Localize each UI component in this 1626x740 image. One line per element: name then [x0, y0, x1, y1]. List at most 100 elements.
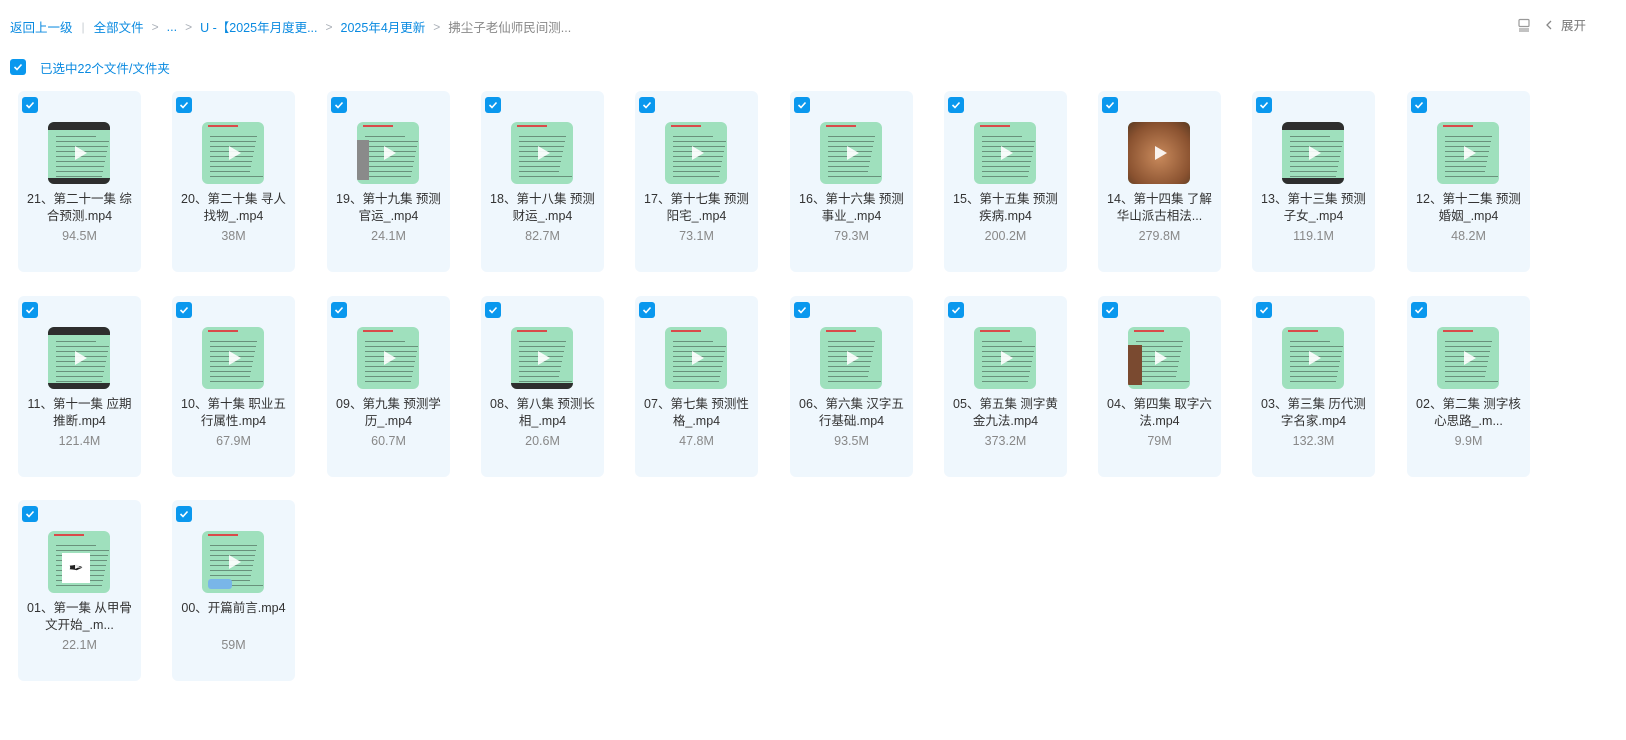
file-size: 38M	[221, 229, 246, 243]
file-size: 200.2M	[984, 229, 1027, 243]
video-thumbnail[interactable]	[1437, 327, 1499, 389]
file-checkbox[interactable]	[176, 97, 192, 113]
file-card[interactable]: ✒ 01、第一集 从甲骨文开始_.m... 22.1M	[18, 500, 141, 681]
file-checkbox[interactable]	[176, 506, 192, 522]
file-name: 10、第十集 职业五行属性.mp4	[181, 397, 286, 428]
play-icon	[538, 146, 550, 160]
file-card[interactable]: 04、第四集 取字六法.mp4 79M	[1098, 296, 1221, 477]
breadcrumb-ellipsis[interactable]: ...	[167, 20, 177, 34]
file-name: 20、第二十集 寻人找物_.mp4	[181, 192, 286, 223]
file-name: 17、第十七集 预测阳宅_.mp4	[644, 192, 749, 223]
breadcrumb-all-files[interactable]: 全部文件	[94, 17, 144, 36]
top-bar: 返回上一级 | 全部文件 > ... > U -【2025年月度更... > 2…	[0, 0, 1626, 50]
file-checkbox[interactable]	[331, 302, 347, 318]
play-icon	[229, 555, 241, 569]
file-size: 73.1M	[679, 229, 714, 243]
video-thumbnail[interactable]	[48, 327, 110, 389]
file-checkbox[interactable]	[1256, 97, 1272, 113]
file-card[interactable]: 10、第十集 职业五行属性.mp4 67.9M	[172, 296, 295, 477]
file-checkbox[interactable]	[639, 302, 655, 318]
file-card[interactable]: 03、第三集 历代测字名家.mp4 132.3M	[1252, 296, 1375, 477]
expand-button[interactable]: 展开	[1561, 15, 1586, 34]
file-card[interactable]: 16、第十六集 预测事业_.mp4 79.3M	[790, 91, 913, 272]
video-thumbnail[interactable]	[202, 327, 264, 389]
video-thumbnail[interactable]	[665, 327, 727, 389]
chevron-left-icon[interactable]	[1543, 19, 1555, 31]
video-thumbnail[interactable]	[511, 122, 573, 184]
file-card[interactable]: 21、第二十一集 综合预测.mp4 94.5M	[18, 91, 141, 272]
file-card[interactable]: 12、第十二集 预测婚姻_.mp4 48.2M	[1407, 91, 1530, 272]
file-checkbox[interactable]	[176, 302, 192, 318]
file-checkbox[interactable]	[22, 97, 38, 113]
file-card[interactable]: 11、第十一集 应期推断.mp4 121.4M	[18, 296, 141, 477]
video-thumbnail[interactable]	[820, 327, 882, 389]
file-name: 16、第十六集 预测事业_.mp4	[799, 192, 904, 223]
video-thumbnail[interactable]	[48, 122, 110, 184]
video-thumbnail[interactable]	[820, 122, 882, 184]
file-checkbox[interactable]	[794, 97, 810, 113]
file-checkbox[interactable]	[485, 97, 501, 113]
file-checkbox[interactable]	[331, 97, 347, 113]
play-icon	[538, 351, 550, 365]
video-thumbnail[interactable]	[665, 122, 727, 184]
play-icon	[1309, 146, 1321, 160]
file-checkbox[interactable]	[794, 302, 810, 318]
file-card[interactable]: 02、第二集 测字核心思路_.m... 9.9M	[1407, 296, 1530, 477]
file-size: 119.1M	[1293, 229, 1334, 243]
file-card[interactable]: 08、第八集 预测长相_.mp4 20.6M	[481, 296, 604, 477]
select-all-checkbox[interactable]	[10, 59, 26, 75]
video-thumbnail[interactable]	[1128, 327, 1190, 389]
file-card[interactable]: 17、第十七集 预测阳宅_.mp4 73.1M	[635, 91, 758, 272]
file-card[interactable]: 14、第十四集 了解华山派古相法... 279.8M	[1098, 91, 1221, 272]
file-checkbox[interactable]	[22, 302, 38, 318]
file-checkbox[interactable]	[948, 97, 964, 113]
video-thumbnail[interactable]	[974, 122, 1036, 184]
video-thumbnail[interactable]	[1128, 122, 1190, 184]
file-checkbox[interactable]	[948, 302, 964, 318]
file-size: 48.2M	[1451, 229, 1486, 243]
file-checkbox[interactable]	[639, 97, 655, 113]
file-card[interactable]: 15、第十五集 预测疾病.mp4 200.2M	[944, 91, 1067, 272]
play-icon	[847, 351, 859, 365]
file-checkbox[interactable]	[1411, 302, 1427, 318]
video-thumbnail[interactable]	[202, 531, 264, 593]
file-checkbox[interactable]	[1102, 302, 1118, 318]
file-name: 15、第十五集 预测疾病.mp4	[953, 192, 1058, 223]
file-card[interactable]: 07、第七集 预测性格_.mp4 47.8M	[635, 296, 758, 477]
file-size: 94.5M	[62, 229, 97, 243]
file-name: 02、第二集 测字核心思路_.m...	[1416, 397, 1521, 428]
file-checkbox[interactable]	[1102, 97, 1118, 113]
video-thumbnail[interactable]	[1282, 122, 1344, 184]
file-card[interactable]: 06、第六集 汉字五行基础.mp4 93.5M	[790, 296, 913, 477]
file-checkbox[interactable]	[485, 302, 501, 318]
file-card[interactable]: 13、第十三集 预测子女_.mp4 119.1M	[1252, 91, 1375, 272]
play-icon	[1309, 351, 1321, 365]
video-thumbnail[interactable]	[202, 122, 264, 184]
play-icon	[384, 351, 396, 365]
file-name: 00、开篇前言.mp4	[181, 601, 286, 615]
back-link[interactable]: 返回上一级	[10, 17, 73, 36]
video-thumbnail[interactable]	[1282, 327, 1344, 389]
file-checkbox[interactable]	[1256, 302, 1272, 318]
file-checkbox[interactable]	[22, 506, 38, 522]
file-card[interactable]: 20、第二十集 寻人找物_.mp4 38M	[172, 91, 295, 272]
file-checkbox[interactable]	[1411, 97, 1427, 113]
video-thumbnail[interactable]	[357, 327, 419, 389]
file-card[interactable]: 19、第十九集 预测官运_.mp4 24.1M	[327, 91, 450, 272]
file-name: 19、第十九集 预测官运_.mp4	[336, 192, 441, 223]
selection-count-text: 已选中22个文件/文件夹	[40, 61, 170, 76]
file-card[interactable]: 05、第五集 测字黄金九法.mp4 373.2M	[944, 296, 1067, 477]
list-view-icon[interactable]	[1517, 18, 1531, 32]
video-thumbnail[interactable]	[974, 327, 1036, 389]
file-card[interactable]: 00、开篇前言.mp4 59M	[172, 500, 295, 681]
file-card[interactable]: 09、第九集 预测学历_.mp4 60.7M	[327, 296, 450, 477]
breadcrumb-folder-april[interactable]: 2025年4月更新	[341, 17, 426, 36]
video-thumbnail[interactable]	[1437, 122, 1499, 184]
select-all-row: 已选中22个文件/文件夹	[10, 59, 170, 76]
video-thumbnail[interactable]	[357, 122, 419, 184]
video-thumbnail[interactable]: ✒	[48, 531, 110, 593]
video-thumbnail[interactable]	[511, 327, 573, 389]
play-icon	[75, 146, 87, 160]
breadcrumb-folder-monthly[interactable]: U -【2025年月度更...	[200, 17, 317, 36]
file-card[interactable]: 18、第十八集 预测财运_.mp4 82.7M	[481, 91, 604, 272]
